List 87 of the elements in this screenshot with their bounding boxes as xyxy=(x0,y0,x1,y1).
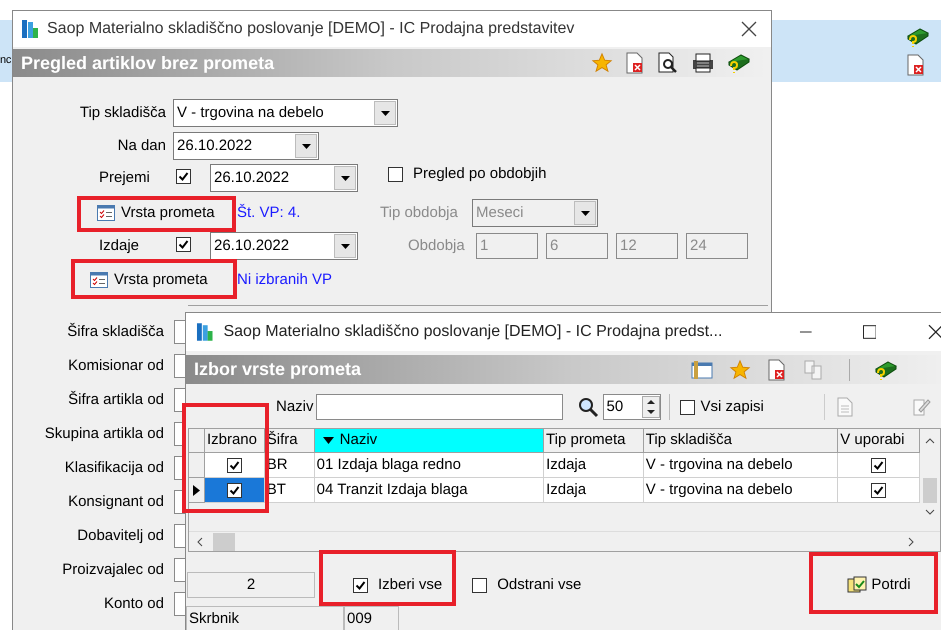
field-label: Tip obdobja xyxy=(380,202,459,223)
count-field: 2 xyxy=(187,572,315,598)
confirm-icon xyxy=(847,576,868,594)
date-field[interactable]: 26.10.2022 xyxy=(210,232,358,260)
table-cell: Izdaja xyxy=(544,478,644,503)
field-label: Obdobja xyxy=(408,236,466,256)
window-title: Saop Materialno skladiščno poslovanje [DEMO] - IC Prodajna predstavitev xyxy=(47,19,576,39)
warehouse-type-select[interactable]: V - trgovina na debelo xyxy=(173,99,398,127)
selection-info: Št. VP: 4. xyxy=(237,202,302,223)
date-field[interactable]: 26.10.2022 xyxy=(210,164,358,192)
scroll-down-icon[interactable] xyxy=(925,509,935,515)
caret-icon xyxy=(580,210,590,216)
star-icon[interactable] xyxy=(591,52,613,74)
delete-document-icon[interactable] xyxy=(767,358,787,380)
checkbox-label: Pregled po obdobjih xyxy=(413,164,546,184)
column-header[interactable]: Tip prometa xyxy=(544,429,644,453)
scroll-thumb[interactable] xyxy=(923,478,937,503)
scroll-thumb[interactable] xyxy=(213,532,235,550)
checklist-icon xyxy=(97,205,115,221)
column-header[interactable]: Izbrano xyxy=(204,429,265,453)
checkbox-label: Vsi zapisi xyxy=(700,396,764,417)
checklist-icon xyxy=(90,272,108,288)
caret-icon xyxy=(302,144,310,148)
column-header[interactable]: Naziv xyxy=(314,429,544,453)
checkbox[interactable] xyxy=(388,166,403,182)
field-label: Šifra artikla od xyxy=(67,390,164,410)
close-icon[interactable] xyxy=(928,324,941,340)
sort-down-icon xyxy=(322,437,334,444)
search-label: Naziv xyxy=(276,396,314,417)
caret-icon xyxy=(380,110,390,116)
checkbox[interactable] xyxy=(871,458,886,472)
help-book-icon[interactable] xyxy=(727,52,751,74)
checkbox-label: Odstrani vse xyxy=(497,574,582,595)
field-label: Tip skladišča xyxy=(78,102,166,123)
edit-icon[interactable] xyxy=(912,397,931,417)
scroll-right-icon[interactable] xyxy=(908,536,914,546)
checkbox[interactable] xyxy=(226,458,242,472)
field-label: Proizvajalec od xyxy=(61,560,164,580)
date-field[interactable]: 26.10.2022 xyxy=(173,132,319,160)
checkbox[interactable] xyxy=(226,482,242,498)
columns-icon[interactable] xyxy=(691,360,713,380)
help-book-icon[interactable] xyxy=(874,358,898,380)
checkbox[interactable] xyxy=(472,578,488,592)
caret-icon xyxy=(340,244,350,248)
checkbox[interactable] xyxy=(176,237,191,252)
field-label: Komisionar od xyxy=(67,356,164,376)
app-icon xyxy=(21,18,39,40)
app-icon xyxy=(196,321,214,343)
field-label: Klasifikacija od xyxy=(64,458,164,478)
field-label: Prejemi xyxy=(99,168,151,188)
checkbox-label: Izberi vse xyxy=(378,574,442,595)
current-row-icon xyxy=(192,484,200,496)
column-header[interactable]: Tip skladišča xyxy=(644,429,838,453)
selection-info: Ni izbranih VP xyxy=(237,270,332,290)
search-field[interactable] xyxy=(316,394,563,420)
table-cell: 04 Tranzit Izdaja blaga xyxy=(314,478,544,503)
scroll-up-icon[interactable] xyxy=(925,438,935,444)
delete-document-icon[interactable] xyxy=(625,52,645,74)
star-icon[interactable] xyxy=(729,358,751,380)
background-text: nc xyxy=(0,54,12,67)
checkbox[interactable] xyxy=(680,400,695,414)
column-header[interactable]: V uporabi xyxy=(838,429,920,453)
search-icon[interactable] xyxy=(576,396,599,418)
table-cell: V - trgovina na debelo xyxy=(644,478,838,503)
field-label: Na dan xyxy=(116,136,166,156)
preview-icon[interactable] xyxy=(657,52,679,74)
header-title: Pregled artiklov brez prometa xyxy=(21,52,276,75)
field-label: Izdaje xyxy=(99,236,140,256)
checkbox[interactable] xyxy=(353,578,368,592)
checkbox[interactable] xyxy=(176,169,191,184)
printer-icon[interactable] xyxy=(691,52,715,74)
field-label: Skupina artikla od xyxy=(44,424,164,444)
close-icon[interactable] xyxy=(741,21,757,37)
page-size-spinner[interactable]: 50 xyxy=(602,394,661,420)
caret-icon xyxy=(340,176,350,180)
checkbox[interactable] xyxy=(871,482,886,498)
field-label: Dobavitelj od xyxy=(76,526,164,546)
delete-document-icon[interactable] xyxy=(906,54,926,76)
field-label: Konto od xyxy=(102,594,164,614)
maximize-icon[interactable] xyxy=(862,325,876,339)
scroll-left-icon[interactable] xyxy=(197,536,203,546)
spinner-arrows-icon[interactable] xyxy=(642,396,660,418)
window-title: Saop Materialno skladiščno poslovanje [DEMO] - IC Prodajna predst... xyxy=(223,322,724,342)
field-label: Konsignant od xyxy=(67,492,164,512)
header-title: Izbor vrste prometa xyxy=(194,358,362,381)
help-book-icon[interactable] xyxy=(906,26,930,48)
field-label: Šifra skladišča xyxy=(66,322,164,342)
